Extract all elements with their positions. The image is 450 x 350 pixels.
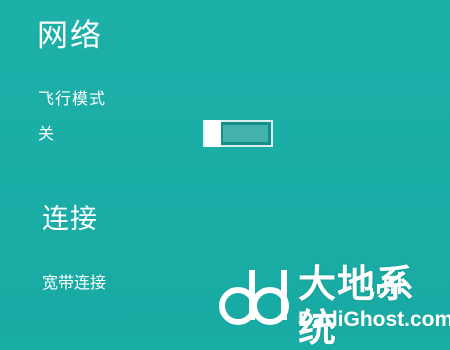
network-settings-panel: 网络 飞行模式 关 连接 宽带连接 大地系统 DadiGhost.com xyxy=(0,0,450,350)
connection-name: 宽带连接 xyxy=(42,273,107,292)
watermark-title: 大地系统 xyxy=(298,262,416,350)
airplane-mode-toggle[interactable] xyxy=(203,120,273,147)
watermark-url: DadiGhost.com xyxy=(298,308,450,331)
toggle-track xyxy=(223,125,268,142)
airplane-mode-state: 关 xyxy=(38,124,55,143)
watermark: 大地系统 DadiGhost.com xyxy=(214,258,450,350)
connections-heading: 连接 xyxy=(42,204,98,235)
toggle-thumb[interactable] xyxy=(205,120,221,147)
airplane-mode-label: 飞行模式 xyxy=(38,89,107,108)
page-title: 网络 xyxy=(37,18,103,54)
watermark-logo-icon xyxy=(219,270,289,325)
